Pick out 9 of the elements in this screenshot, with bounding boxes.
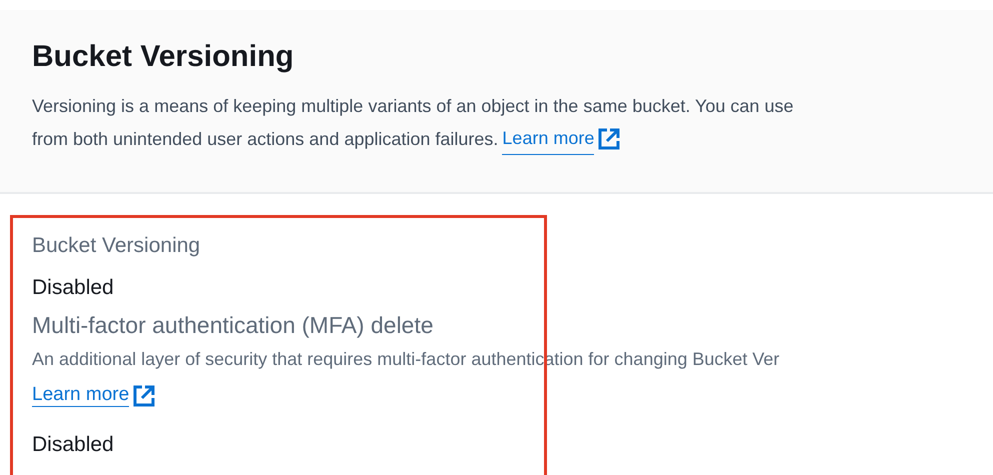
learn-more-link[interactable]: Learn more: [32, 384, 130, 407]
description-text: Versioning is a means of keeping multiple variants of an object in the same bucket. You can use: [32, 95, 794, 118]
status-value: Disabled: [32, 276, 115, 300]
description-text: from both unintended user actions and application failures.: [32, 128, 498, 151]
learn-more-link[interactable]: Learn more: [502, 122, 594, 155]
section-title: Bucket Versioning: [32, 40, 295, 74]
status-value: Disabled: [32, 433, 115, 457]
field-label: Bucket Versioning: [32, 234, 202, 258]
field-label: Multi-factor authentication (MFA) delete: [32, 312, 434, 339]
